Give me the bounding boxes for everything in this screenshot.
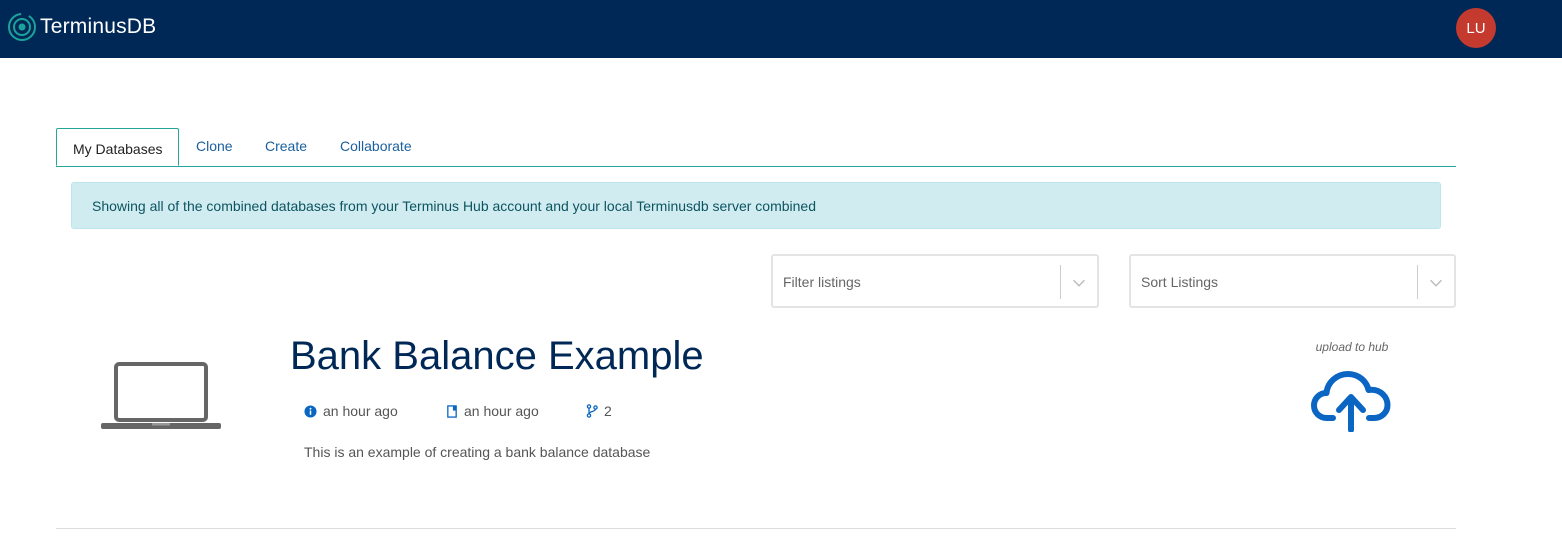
upload-to-hub-label: upload to hub [1315, 340, 1389, 354]
updated-time: an hour ago [464, 403, 539, 419]
tab-my-databases[interactable]: My Databases [56, 128, 180, 166]
database-description: This is an example of creating a bank ba… [304, 444, 651, 460]
select-separator [1417, 265, 1418, 299]
filter-listings-placeholder: Filter listings [783, 274, 861, 290]
laptop-icon [101, 362, 221, 429]
tab-clone[interactable]: Clone [196, 128, 233, 165]
chevron-down-icon[interactable] [1070, 274, 1088, 292]
sort-listings-select[interactable]: Sort Listings [1129, 254, 1456, 308]
select-separator [1060, 265, 1061, 299]
brand-name: TerminusDB [40, 15, 157, 38]
user-avatar[interactable]: LU [1456, 8, 1496, 48]
created-meta: an hour ago [304, 402, 398, 420]
tab-create[interactable]: Create [265, 128, 307, 165]
tab-collaborate[interactable]: Collaborate [340, 128, 412, 165]
created-time: an hour ago [323, 403, 398, 419]
database-tabs: My Databases Clone Create Collaborate [56, 128, 1456, 167]
sort-listings-placeholder: Sort Listings [1141, 274, 1219, 290]
document-icon [447, 404, 457, 418]
branch-count: 2 [604, 403, 612, 419]
updated-meta: an hour ago [446, 402, 539, 420]
database-title[interactable]: Bank Balance Example [290, 334, 704, 379]
brand-logo-link[interactable]: TerminusDB [6, 11, 156, 43]
cloud-upload-icon[interactable] [1311, 370, 1391, 432]
info-alert: Showing all of the combined databases fr… [71, 182, 1441, 229]
branch-icon [586, 404, 598, 418]
branches-meta: 2 [586, 402, 612, 420]
filter-listings-select[interactable]: Filter listings [771, 254, 1099, 308]
info-icon [304, 404, 317, 418]
terminusdb-logo-icon [8, 13, 36, 41]
chevron-down-icon[interactable] [1427, 274, 1445, 292]
list-divider [56, 528, 1456, 529]
top-navbar: TerminusDB LU [0, 0, 1562, 58]
